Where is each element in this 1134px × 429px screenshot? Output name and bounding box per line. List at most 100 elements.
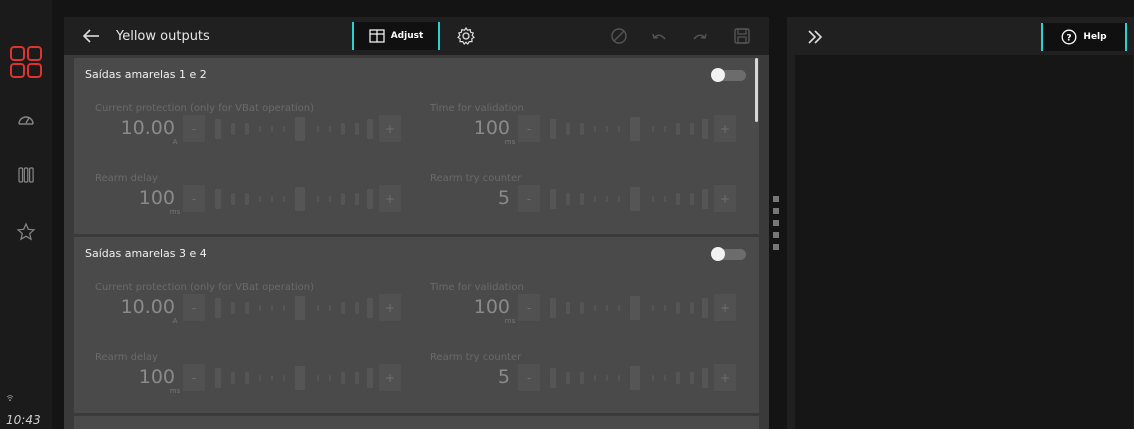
slider-tick	[550, 118, 556, 139]
decrement-button[interactable]: -	[183, 185, 205, 212]
slider-tick	[317, 374, 319, 381]
decrement-button[interactable]: -	[183, 115, 205, 142]
enable-toggle[interactable]	[711, 68, 746, 82]
star-icon[interactable]	[0, 214, 52, 250]
slider-tick	[606, 195, 608, 202]
slider-tick	[676, 192, 680, 205]
decrement-button[interactable]: -	[183, 364, 205, 391]
slider-tick	[594, 374, 596, 381]
increment-button[interactable]: +	[714, 364, 736, 391]
slider-tick	[618, 195, 620, 202]
slider-tick	[676, 371, 680, 384]
increment-button[interactable]: +	[379, 185, 401, 212]
slider-tick	[690, 122, 694, 135]
svg-text:?: ?	[1067, 34, 1072, 44]
slider-tick	[652, 374, 654, 381]
param-unit: ms	[504, 317, 516, 325]
undo-icon[interactable]	[649, 26, 669, 46]
slider-tick	[329, 195, 331, 202]
slider-tick	[566, 371, 570, 384]
increment-button[interactable]: +	[714, 185, 736, 212]
decrement-button[interactable]: -	[518, 294, 540, 321]
settings-panel: Yellow outputs Adjust Saídas amarelas 1 …	[64, 17, 769, 429]
slider-tick	[664, 374, 666, 381]
param-label: Rearm try counter	[430, 173, 522, 184]
slider-tick	[341, 122, 345, 135]
slider-tick	[259, 195, 261, 202]
table-icon	[369, 29, 385, 43]
slider-tick	[341, 371, 345, 384]
help-content	[795, 55, 1133, 429]
wifi-icon	[6, 394, 14, 405]
help-panel: ? Help	[787, 17, 1134, 429]
help-button[interactable]: ? Help	[1041, 23, 1127, 51]
value-stepper[interactable]: - +	[183, 294, 405, 321]
group-title: Saídas amarelas 1 e 2	[85, 67, 207, 81]
increment-button[interactable]: +	[714, 294, 736, 321]
enable-toggle[interactable]	[711, 247, 746, 261]
slider-tick	[355, 371, 359, 384]
value-stepper[interactable]: - +	[518, 294, 740, 321]
param-unit: ms	[169, 387, 181, 395]
value-stepper[interactable]: - +	[518, 115, 740, 142]
columns-icon[interactable]	[0, 157, 52, 193]
param-unit: ms	[169, 208, 181, 216]
value-stepper[interactable]: - +	[183, 185, 405, 212]
adjust-button[interactable]: Adjust	[352, 22, 440, 50]
slider-tick	[702, 367, 708, 388]
slider-tick	[295, 295, 305, 320]
param-unit: A	[172, 138, 178, 146]
param-label: Rearm delay	[95, 173, 158, 184]
slider-tick	[329, 374, 331, 381]
value-stepper[interactable]: - +	[183, 364, 405, 391]
slider-tick	[702, 188, 708, 209]
increment-button[interactable]: +	[379, 294, 401, 321]
increment-button[interactable]: +	[379, 115, 401, 142]
scrollbar[interactable]	[755, 58, 758, 122]
param-label: Rearm delay	[95, 352, 158, 363]
slider-tick	[283, 374, 285, 381]
slider-tick	[676, 122, 680, 135]
gear-icon[interactable]	[456, 26, 476, 46]
param-value: 5	[497, 366, 510, 388]
slider-tick	[550, 297, 556, 318]
increment-button[interactable]: +	[714, 115, 736, 142]
param-value: 10.00	[120, 117, 175, 139]
slider-tick	[231, 371, 235, 384]
dashboard-gauge-icon[interactable]	[0, 102, 52, 138]
group-card: Saídas amarelas 3 e 4 Current protection …	[74, 237, 759, 413]
slider-tick	[652, 304, 654, 311]
slider-tick	[550, 367, 556, 388]
save-icon[interactable]	[732, 26, 752, 46]
adjust-label: Adjust	[390, 31, 424, 41]
apps-grid-icon[interactable]	[0, 44, 52, 80]
slider-tick	[690, 192, 694, 205]
slider-tick	[215, 297, 221, 318]
slider-tick	[317, 125, 319, 132]
slider-tick	[606, 374, 608, 381]
value-stepper[interactable]: - +	[518, 185, 740, 212]
slider-tick	[702, 118, 708, 139]
slider-tick	[664, 125, 666, 132]
slider-tick	[271, 374, 273, 381]
redo-icon[interactable]	[690, 26, 710, 46]
param-label: Rearm try counter	[430, 352, 522, 363]
increment-button[interactable]: +	[379, 364, 401, 391]
slider-tick	[355, 122, 359, 135]
slider-tick	[271, 195, 273, 202]
clock-time: 10:43	[6, 413, 41, 427]
decrement-button[interactable]: -	[518, 115, 540, 142]
slider-tick	[231, 192, 235, 205]
slider-tick	[550, 188, 556, 209]
disable-icon[interactable]	[609, 26, 629, 46]
decrement-button[interactable]: -	[518, 364, 540, 391]
decrement-button[interactable]: -	[518, 185, 540, 212]
slider-tick	[231, 122, 235, 135]
slider-tick	[367, 188, 373, 209]
expand-chevrons-icon[interactable]	[805, 27, 825, 47]
value-stepper[interactable]: - +	[183, 115, 405, 142]
value-stepper[interactable]: - +	[518, 364, 740, 391]
decrement-button[interactable]: -	[183, 294, 205, 321]
slider-tick	[283, 125, 285, 132]
back-arrow-icon[interactable]	[80, 25, 102, 47]
